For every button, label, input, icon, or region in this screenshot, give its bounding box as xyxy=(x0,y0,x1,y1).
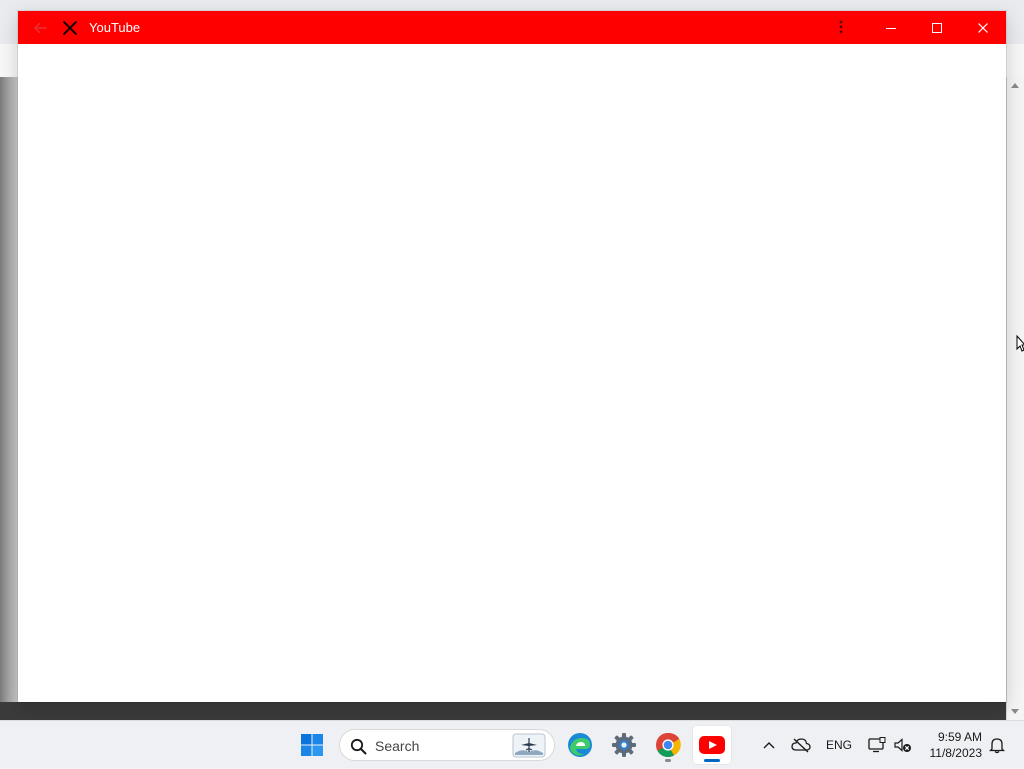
app-content-area[interactable] xyxy=(18,44,1006,702)
titlebar: YouTube xyxy=(18,11,1006,44)
settings-taskbar-button[interactable] xyxy=(604,725,644,765)
windows-start-icon xyxy=(301,734,323,756)
close-icon xyxy=(978,22,988,33)
close-button[interactable] xyxy=(960,11,1006,44)
active-indicator xyxy=(704,759,720,762)
maximize-button[interactable] xyxy=(914,11,960,44)
volume-tray-button[interactable] xyxy=(892,721,914,769)
youtube-app-window: YouTube xyxy=(18,11,1006,702)
minimize-icon xyxy=(886,27,896,29)
search-highlight-art-icon xyxy=(512,733,546,758)
youtube-icon xyxy=(699,736,725,754)
monitor-icon xyxy=(868,737,886,753)
minimize-button[interactable] xyxy=(868,11,914,44)
settings-gear-icon xyxy=(612,733,636,757)
cloud-offline-icon xyxy=(791,738,811,753)
background-scrollbar[interactable] xyxy=(1006,77,1024,720)
youtube-x-icon xyxy=(60,18,80,38)
chrome-taskbar-button[interactable] xyxy=(648,725,688,765)
window-title: YouTube xyxy=(89,20,141,35)
bell-icon xyxy=(989,738,1005,754)
youtube-taskbar-button[interactable] xyxy=(692,725,732,765)
background-page-bottom xyxy=(0,702,1006,720)
display-tray-button[interactable] xyxy=(866,721,888,769)
search-icon xyxy=(348,736,368,756)
edge-taskbar-button[interactable] xyxy=(560,725,600,765)
back-arrow-icon[interactable] xyxy=(30,18,50,38)
notifications-button[interactable] xyxy=(986,721,1008,769)
more-vertical-icon[interactable] xyxy=(831,17,851,37)
scroll-up-arrow-icon[interactable] xyxy=(1011,83,1019,88)
clock[interactable]: 9:59 AM 11/8/2023 xyxy=(920,729,983,761)
running-indicator xyxy=(665,759,671,762)
speaker-muted-icon xyxy=(894,738,911,752)
background-page-edge xyxy=(0,77,18,720)
taskbar-search-box[interactable]: Search xyxy=(339,729,555,761)
taskbar: Search ENG 9:59 AM 11/8/2023 xyxy=(0,720,1024,768)
chrome-icon xyxy=(656,732,681,758)
scroll-down-arrow-icon[interactable] xyxy=(1011,709,1019,714)
maximize-icon xyxy=(932,22,942,33)
edge-icon xyxy=(568,733,592,757)
language-indicator[interactable]: ENG xyxy=(822,721,856,769)
chevron-up-icon xyxy=(763,742,775,749)
onedrive-tray-button[interactable] xyxy=(789,721,813,769)
search-placeholder: Search xyxy=(375,738,420,754)
start-button[interactable] xyxy=(292,725,332,765)
mouse-cursor-icon xyxy=(1016,335,1024,352)
clock-date: 11/8/2023 xyxy=(929,746,983,760)
show-hidden-icons-button[interactable] xyxy=(758,721,780,769)
clock-time: 9:59 AM xyxy=(937,730,982,744)
